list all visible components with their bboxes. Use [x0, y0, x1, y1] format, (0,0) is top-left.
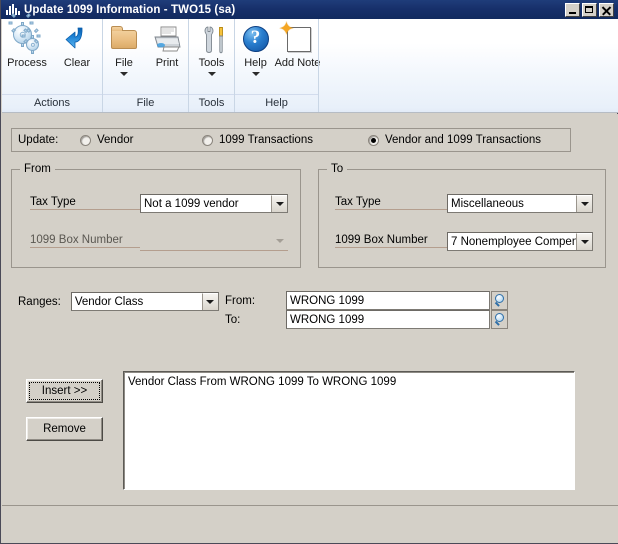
maximize-button[interactable]: [582, 3, 597, 17]
status-bar: [2, 505, 618, 543]
clear-button[interactable]: Clear: [52, 23, 102, 69]
ribbon-group-label-help: Help: [235, 94, 318, 112]
window-title: Update 1099 Information - TWO15 (sa): [24, 4, 565, 16]
ranges-to-lookup-button[interactable]: [491, 310, 508, 329]
restrictions-list[interactable]: Vendor Class From WRONG 1099 To WRONG 10…: [123, 371, 575, 490]
from-tax-type-value: Not a 1099 vendor: [141, 198, 271, 210]
to-tax-type-label: Tax Type: [335, 196, 447, 210]
radio-vendor-and-1099-transactions[interactable]: Vendor and 1099 Transactions: [368, 134, 541, 146]
ribbon-group-help: ? Help ✦ Add Note Help: [234, 19, 318, 112]
help-label: Help: [244, 57, 267, 69]
radio-1099-transactions-indicator[interactable]: [202, 135, 213, 146]
update-label: Update:: [18, 134, 58, 146]
insert-button-label: Insert >>: [30, 383, 99, 399]
print-button[interactable]: Print: [146, 23, 189, 69]
chevron-down-icon[interactable]: [202, 293, 218, 310]
from-tax-type-label: Tax Type: [30, 196, 140, 210]
note-star-icon: ✦: [282, 23, 314, 55]
chevron-down-icon[interactable]: [120, 72, 128, 76]
add-note-label: Add Note: [275, 57, 321, 69]
to-group-box: To Tax Type Miscellaneous 1099 Box Numbe…: [318, 169, 606, 268]
ribbon-group-tools: Tools Tools: [188, 19, 234, 112]
process-button[interactable]: Process: [2, 23, 52, 69]
ranges-row: Ranges: Vendor Class: [18, 292, 219, 311]
help-menu-button[interactable]: ? Help: [235, 23, 277, 76]
radio-1099-transactions[interactable]: 1099 Transactions: [202, 134, 313, 146]
insert-button[interactable]: Insert >>: [26, 379, 103, 403]
ranges-to-input[interactable]: WRONG 1099: [286, 310, 490, 329]
ranges-from-lookup-button[interactable]: [491, 291, 508, 310]
magnifier-icon: [493, 313, 506, 326]
remove-button-label: Remove: [30, 421, 99, 437]
window-controls: [565, 3, 614, 17]
chevron-down-icon[interactable]: [271, 195, 287, 212]
to-box-number-row: 1099 Box Number: [335, 234, 447, 248]
application-window: Update 1099 Information - TWO15 (sa) Pro…: [0, 0, 618, 544]
radio-vendor-indicator[interactable]: [80, 135, 91, 146]
tools-menu-button[interactable]: Tools: [189, 23, 235, 76]
ranges-combo[interactable]: Vendor Class: [71, 292, 219, 311]
magnifier-icon: [493, 294, 506, 307]
from-group-box: From Tax Type Not a 1099 vendor 1099 Box…: [11, 169, 301, 268]
undo-arrow-icon: [61, 23, 93, 55]
to-tax-type-combo[interactable]: Miscellaneous: [447, 194, 593, 213]
ribbon-empty-area: [318, 19, 618, 112]
chevron-down-icon[interactable]: [576, 195, 592, 212]
from-box-number-label: 1099 Box Number: [30, 234, 140, 248]
ranges-to-label: To:: [225, 314, 240, 326]
chevron-down-icon[interactable]: [208, 72, 216, 76]
ribbon-group-label-tools: Tools: [189, 94, 234, 112]
main-panel: Update: Vendor 1099 Transactions Vendor …: [2, 114, 618, 505]
ribbon-group-file: File: [102, 19, 188, 112]
ranges-value: Vendor Class: [72, 296, 202, 308]
add-note-button[interactable]: ✦ Add Note: [277, 23, 319, 69]
wrench-screwdriver-icon: [196, 23, 228, 55]
printer-icon: [151, 23, 183, 55]
from-tax-type-combo[interactable]: Not a 1099 vendor: [140, 194, 288, 213]
update-option-bar: Update: Vendor 1099 Transactions Vendor …: [11, 128, 571, 152]
to-tax-type-row: Tax Type: [335, 196, 447, 210]
help-question-icon: ?: [240, 23, 272, 55]
ribbon-group-actions: Process: [2, 19, 102, 112]
from-group-title: From: [20, 163, 55, 175]
ranges-from-value: WRONG 1099: [290, 295, 364, 307]
ribbon-group-label-file: File: [103, 94, 188, 112]
to-box-number-label: 1099 Box Number: [335, 234, 447, 248]
to-box-number-combo[interactable]: 7 Nonemployee Compens: [447, 232, 593, 251]
to-tax-type-value: Miscellaneous: [448, 198, 576, 210]
minimize-button[interactable]: [565, 3, 580, 17]
ranges-to-value: WRONG 1099: [290, 314, 364, 326]
ribbon-toolbar: Process: [2, 19, 618, 113]
remove-button[interactable]: Remove: [26, 417, 103, 441]
process-label: Process: [7, 57, 47, 69]
file-label: File: [115, 57, 133, 69]
radio-vendor-and-1099-transactions-label: Vendor and 1099 Transactions: [385, 134, 541, 146]
radio-1099-transactions-label: 1099 Transactions: [219, 134, 313, 146]
from-tax-type-row: Tax Type: [30, 196, 140, 210]
chevron-down-icon[interactable]: [252, 72, 260, 76]
from-box-number-row: 1099 Box Number: [30, 234, 140, 248]
file-menu-button[interactable]: File: [103, 23, 146, 76]
gears-icon: [11, 23, 43, 55]
print-label: Print: [156, 57, 179, 69]
chevron-down-icon: [272, 233, 288, 250]
clear-label: Clear: [64, 57, 90, 69]
list-item[interactable]: Vendor Class From WRONG 1099 To WRONG 10…: [128, 375, 570, 389]
chevron-down-icon[interactable]: [576, 233, 592, 250]
radio-vendor-and-1099-transactions-indicator[interactable]: [368, 135, 379, 146]
title-bar: Update 1099 Information - TWO15 (sa): [1, 0, 618, 19]
to-group-title: To: [327, 163, 347, 175]
tools-label: Tools: [199, 57, 225, 69]
ribbon-group-label-actions: Actions: [2, 94, 102, 112]
ranges-from-input[interactable]: WRONG 1099: [286, 291, 490, 310]
radio-vendor-label: Vendor: [97, 134, 133, 146]
radio-vendor[interactable]: Vendor: [80, 134, 133, 146]
from-box-number-combo: [140, 232, 288, 251]
ranges-label: Ranges:: [18, 296, 61, 308]
close-button[interactable]: [599, 3, 614, 17]
folder-icon: [108, 23, 140, 55]
to-box-number-value: 7 Nonemployee Compens: [448, 236, 576, 248]
ranges-from-label: From:: [225, 295, 255, 307]
